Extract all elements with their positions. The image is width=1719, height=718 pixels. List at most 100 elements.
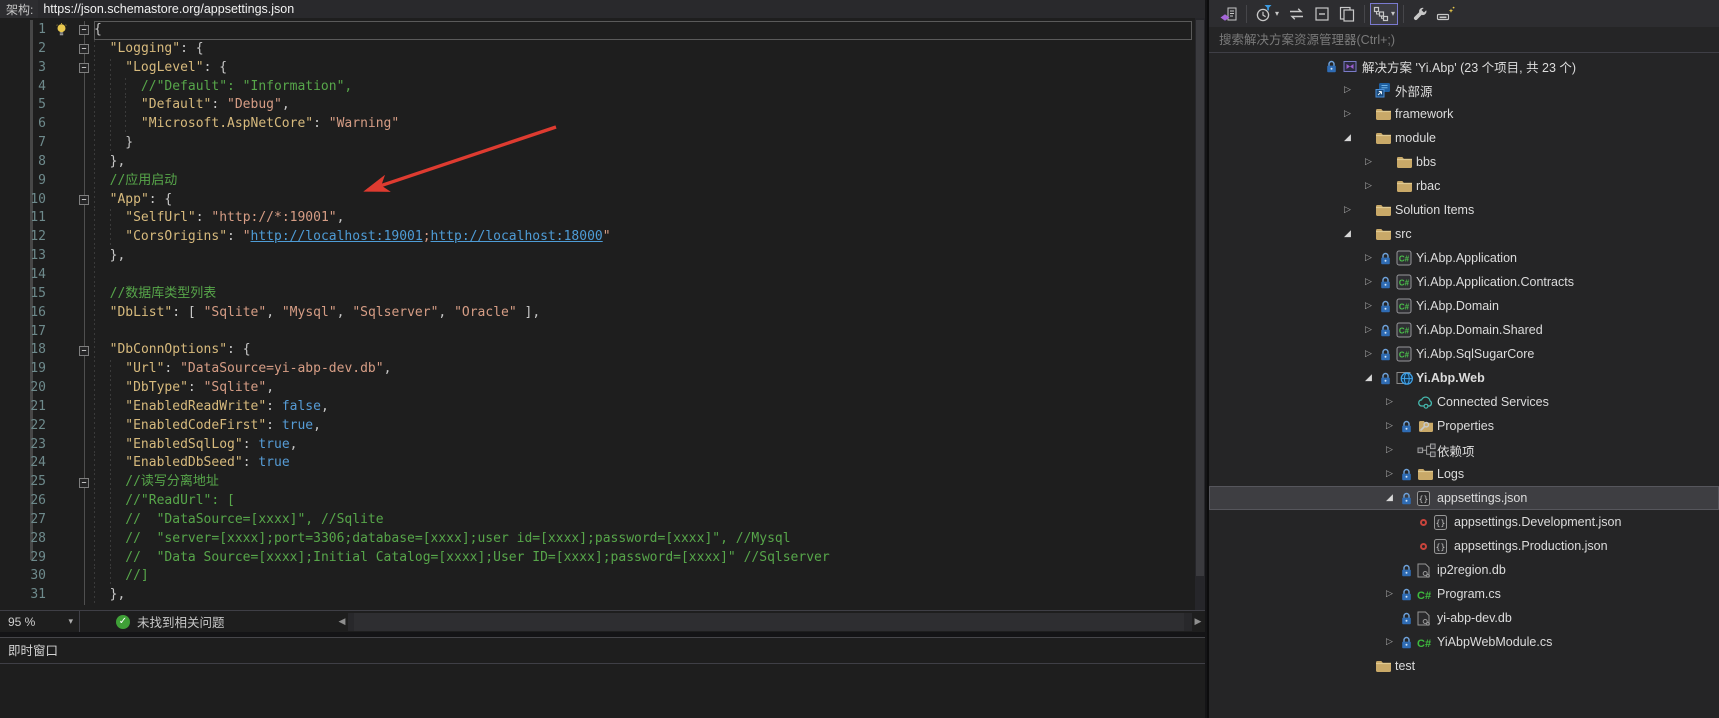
preview-selected-items-icon[interactable] [1433, 3, 1458, 25]
tree-item[interactable]: ◢module [1209, 126, 1719, 150]
code-line[interactable]: 2−"Logging": { [0, 40, 1192, 59]
tree-item[interactable]: 解决方案 'Yi.Abp' (23 个项目, 共 23 个) [1209, 54, 1719, 78]
code-line[interactable]: 1−{ [0, 21, 1192, 40]
sync-with-active-document-icon[interactable] [1284, 3, 1309, 25]
chevron-down-icon[interactable]: ▾ [1391, 9, 1395, 18]
code-line[interactable]: 29// "Data Source=[xxxx];Initial Catalog… [0, 549, 1192, 568]
zoom-level-dropdown[interactable]: 95 % ▾ [0, 611, 80, 632]
url-link[interactable]: http://localhost:19001 [251, 229, 423, 244]
tree-item[interactable]: ▷Properties [1209, 414, 1719, 438]
tree-item[interactable]: ▷C#YiAbpWebModule.cs [1209, 630, 1719, 654]
schema-url-combobox[interactable]: https://json.schemastore.org/appsettings… [38, 0, 1205, 18]
code-line[interactable]: 10−"App": { [0, 191, 1192, 210]
chevron-down-icon[interactable]: ▾ [1275, 9, 1279, 18]
code-line[interactable]: 15//数据库类型列表 [0, 285, 1192, 304]
tree-item[interactable]: ▷rbac [1209, 174, 1719, 198]
code-line[interactable]: 6"Microsoft.AspNetCore": "Warning" [0, 115, 1192, 134]
code-line[interactable]: 26//"ReadUrl": [ [0, 492, 1192, 511]
code-line[interactable]: 5"Default": "Debug", [0, 96, 1192, 115]
code-line[interactable]: 22"EnabledCodeFirst": true, [0, 417, 1192, 436]
chevron-collapsed-icon[interactable]: ▷ [1386, 445, 1401, 455]
scroll-right-icon[interactable]: ▶ [1192, 617, 1204, 627]
tree-item[interactable]: ▷Solution Items [1209, 198, 1719, 222]
code-line[interactable]: 17 [0, 323, 1192, 342]
collapse-region-icon[interactable]: − [79, 346, 89, 356]
chevron-collapsed-icon[interactable]: ▷ [1365, 301, 1380, 311]
collapse-all-icon[interactable] [1311, 3, 1333, 25]
pending-changes-filter-icon[interactable]: ▾ [1252, 3, 1282, 25]
chevron-expanded-icon[interactable]: ◢ [1365, 373, 1380, 383]
tree-item[interactable]: {}appsettings.Development.json [1209, 510, 1719, 534]
collapse-region-icon[interactable]: − [79, 63, 89, 73]
code-line[interactable]: 3−"LogLevel": { [0, 59, 1192, 78]
search-input[interactable] [1209, 33, 1719, 47]
tree-item[interactable]: ▷依赖项 [1209, 438, 1719, 462]
chevron-collapsed-icon[interactable]: ▷ [1386, 637, 1401, 647]
code-editor[interactable]: 1−{2−"Logging": {3−"LogLevel": {4//"Defa… [0, 18, 1205, 610]
code-line[interactable]: 21"EnabledReadWrite": false, [0, 398, 1192, 417]
scroll-left-icon[interactable]: ◀ [336, 617, 348, 627]
code-line[interactable]: 11"SelfUrl": "http://*:19001", [0, 209, 1192, 228]
code-line[interactable]: 13}, [0, 247, 1192, 266]
tree-item[interactable]: ▷外部源 [1209, 78, 1719, 102]
switch-views-icon[interactable] [1216, 3, 1241, 25]
code-line[interactable]: 25−//读写分离地址 [0, 473, 1192, 492]
tree-item[interactable]: ▷framework [1209, 102, 1719, 126]
chevron-collapsed-icon[interactable]: ▷ [1365, 181, 1380, 191]
code-line[interactable]: 27// "DataSource=[xxxx]", //Sqlite [0, 511, 1192, 530]
chevron-collapsed-icon[interactable]: ▷ [1365, 277, 1380, 287]
tree-item[interactable]: yi-abp-dev.db [1209, 606, 1719, 630]
lightbulb-icon[interactable] [46, 21, 76, 40]
tree-item[interactable]: ◢{}appsettings.json [1209, 486, 1719, 510]
chevron-collapsed-icon[interactable]: ▷ [1344, 85, 1359, 95]
collapse-region-icon[interactable]: − [79, 478, 89, 488]
chevron-collapsed-icon[interactable]: ▷ [1386, 589, 1401, 599]
tree-item[interactable]: ◢Yi.Abp.Web [1209, 366, 1719, 390]
chevron-collapsed-icon[interactable]: ▷ [1344, 205, 1359, 215]
tree-item[interactable]: ▷Connected Services [1209, 390, 1719, 414]
properties-pages-icon[interactable] [1335, 3, 1359, 25]
collapse-region-icon[interactable]: − [79, 195, 89, 205]
code-line[interactable]: 24"EnabledDbSeed": true [0, 454, 1192, 473]
chevron-expanded-icon[interactable]: ◢ [1344, 229, 1359, 239]
code-line[interactable]: 4//"Default": "Information", [0, 78, 1192, 97]
code-line[interactable]: 18−"DbConnOptions": { [0, 341, 1192, 360]
chevron-collapsed-icon[interactable]: ▷ [1365, 253, 1380, 263]
code-line[interactable]: 7} [0, 134, 1192, 153]
chevron-collapsed-icon[interactable]: ▷ [1365, 325, 1380, 335]
horizontal-scrollbar[interactable]: ◀ ▶ [336, 613, 1204, 631]
tree-item[interactable]: {}appsettings.Production.json [1209, 534, 1719, 558]
tree-item[interactable]: ▷Logs [1209, 462, 1719, 486]
code-line[interactable]: 9//应用启动 [0, 172, 1192, 191]
tree-item[interactable]: ▷C#Yi.Abp.Application.Contracts [1209, 270, 1719, 294]
code-line[interactable]: 12"CorsOrigins": "http://localhost:19001… [0, 228, 1192, 247]
tree-item[interactable]: ◢src [1209, 222, 1719, 246]
collapse-region-icon[interactable]: − [79, 25, 89, 35]
chevron-collapsed-icon[interactable]: ▷ [1386, 469, 1401, 479]
tree-item[interactable]: ▷C#Yi.Abp.SqlSugarCore [1209, 342, 1719, 366]
tree-item[interactable]: ▷C#Yi.Abp.Domain.Shared [1209, 318, 1719, 342]
chevron-collapsed-icon[interactable]: ▷ [1344, 109, 1359, 119]
code-line[interactable]: 16"DbList": [ "Sqlite", "Mysql", "Sqlser… [0, 304, 1192, 323]
vertical-scrollbar[interactable] [1195, 18, 1205, 610]
tree-item[interactable]: ▷C#Program.cs [1209, 582, 1719, 606]
code-line[interactable]: 23"EnabledSqlLog": true, [0, 436, 1192, 455]
code-line[interactable]: 20"DbType": "Sqlite", [0, 379, 1192, 398]
code-line[interactable]: 19"Url": "DataSource=yi-abp-dev.db", [0, 360, 1192, 379]
horizontal-scroll-track[interactable] [348, 613, 1192, 631]
chevron-collapsed-icon[interactable]: ▷ [1365, 349, 1380, 359]
code-line[interactable]: 8}, [0, 153, 1192, 172]
tree-item[interactable]: ▷C#Yi.Abp.Application [1209, 246, 1719, 270]
chevron-collapsed-icon[interactable]: ▷ [1386, 421, 1401, 431]
chevron-collapsed-icon[interactable]: ▷ [1386, 397, 1401, 407]
document-health-indicator[interactable]: ✓ 未找到相关问题 [116, 611, 225, 632]
code-line[interactable]: 30//] [0, 567, 1192, 586]
chevron-expanded-icon[interactable]: ◢ [1386, 493, 1401, 503]
properties-icon[interactable] [1409, 3, 1431, 25]
url-link[interactable]: http://localhost:18000 [431, 229, 603, 244]
code-line[interactable]: 14 [0, 266, 1192, 285]
tree-item[interactable]: ▷C#Yi.Abp.Domain [1209, 294, 1719, 318]
chevron-expanded-icon[interactable]: ◢ [1344, 133, 1359, 143]
code-line[interactable]: 28// "server=[xxxx];port=3306;database=[… [0, 530, 1192, 549]
code-line[interactable]: 31}, [0, 586, 1192, 605]
